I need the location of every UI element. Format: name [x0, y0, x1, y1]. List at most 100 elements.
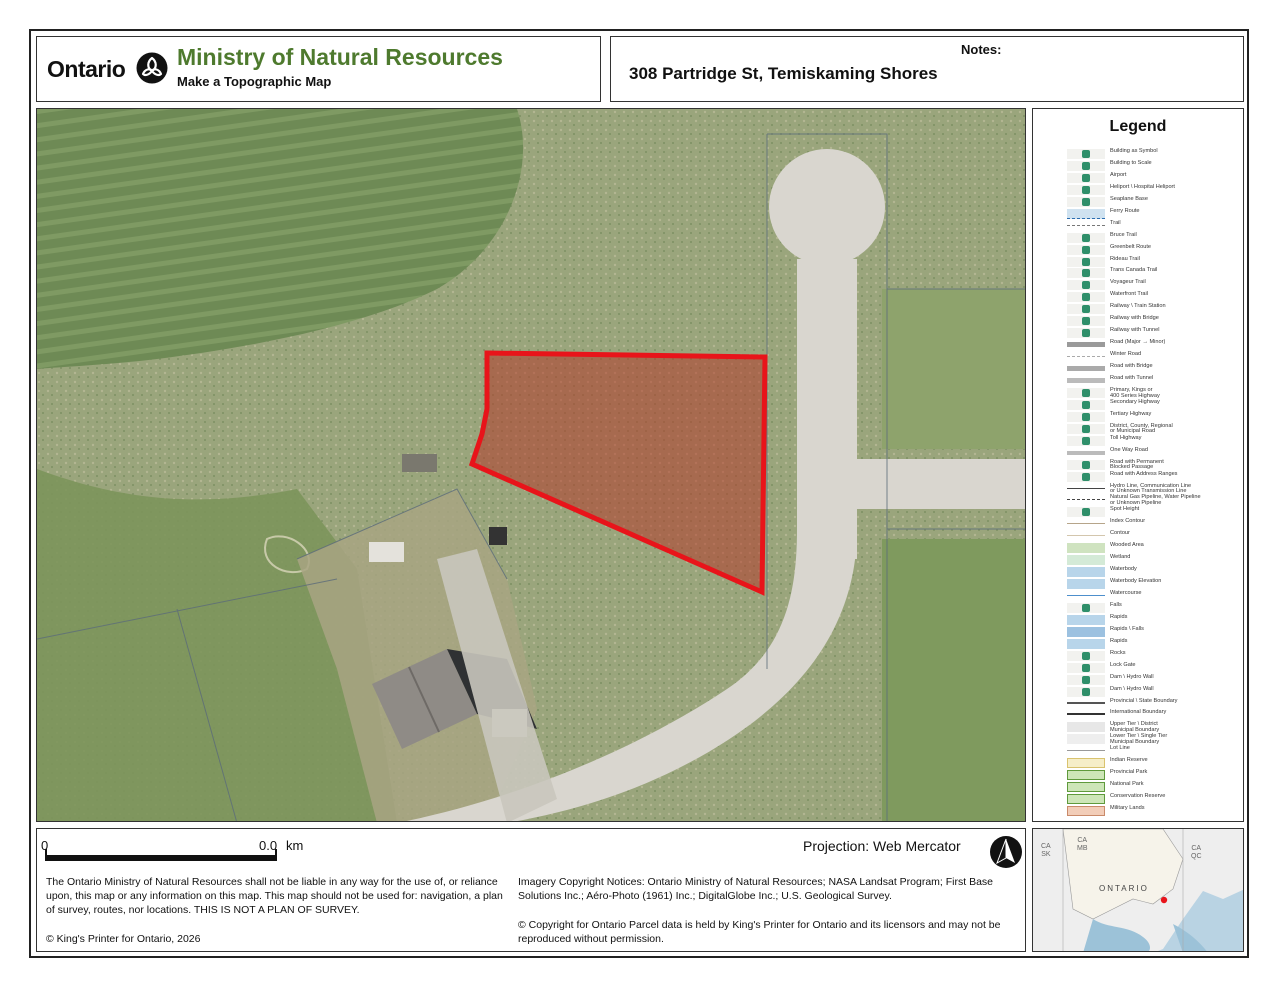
legend-item-label: Bruce Trail [1110, 231, 1137, 238]
legend-item: Military Lands [1067, 805, 1239, 817]
legend-item-label: Winter Road [1110, 351, 1142, 358]
aerial-map[interactable] [36, 108, 1026, 822]
legend-item-label: Railway with Bridge [1110, 315, 1159, 322]
international-boundary-icon [1067, 710, 1105, 716]
legend-item: Building as Symbol [1067, 148, 1239, 160]
legend-item: Railway with Tunnel [1067, 328, 1239, 339]
heliport-icon [1067, 184, 1105, 195]
legend-item-label: Road with Bridge [1110, 363, 1153, 370]
scale-unit: km [286, 838, 304, 853]
indian-reserve-icon [1067, 758, 1105, 769]
road-bridge-icon [1067, 366, 1105, 372]
copyright-text: © King's Printer for Ontario, 2026 [46, 933, 201, 945]
airport-icon [1067, 172, 1105, 183]
legend-item: Seaplane Base [1067, 196, 1239, 208]
legend-item-label: Natural Gas Pipeline, Water Pipeline or … [1110, 494, 1201, 507]
legend-item: Contour [1067, 531, 1239, 542]
legend-item: Dam \ Hydro Wall [1067, 674, 1239, 686]
legend-item: Road (Major → Minor) [1067, 340, 1239, 351]
waterbody-elevation-icon [1067, 579, 1105, 590]
legend-item-label: Secondary Highway [1110, 398, 1160, 405]
inset-label-ontario: ONTARIO [1099, 884, 1149, 893]
bruce-trail-icon [1067, 232, 1105, 243]
legend-item-label: Lock Gate [1110, 661, 1136, 668]
legend-item-label: International Boundary [1110, 709, 1167, 716]
voyageur-trail-icon [1067, 280, 1105, 291]
legend-item-label: Rideau Trail [1110, 255, 1140, 262]
north-arrow-icon [990, 836, 1022, 868]
legend-item-label: Road with Tunnel [1110, 374, 1154, 381]
building-scale-icon [1067, 160, 1105, 171]
parcel-notice: © Copyright for Ontario Parcel data is h… [518, 919, 1001, 945]
road-icon [1067, 342, 1105, 348]
legend-item-label: Building as Symbol [1110, 148, 1158, 154]
legend-item: Building to Scale [1067, 159, 1239, 172]
legend-item: Greenbelt Route [1067, 243, 1239, 256]
greenbelt-route-icon [1067, 244, 1105, 255]
legend-item: National Park [1067, 782, 1239, 793]
legend-item-label: Conservation Reserve [1110, 793, 1166, 800]
legend-item: Road with Bridge [1067, 363, 1239, 375]
legend-item-label: Contour [1110, 530, 1130, 537]
rideau-trail-icon [1067, 256, 1105, 267]
building-symbol-icon [1067, 149, 1105, 159]
seaplane-icon [1067, 196, 1105, 207]
legend-item-label: Building to Scale [1110, 159, 1152, 166]
disclaimer-text: The Ontario Ministry of Natural Resource… [46, 876, 503, 916]
wooded-area-icon [1067, 543, 1105, 554]
legend-item: Road with Tunnel [1067, 374, 1239, 387]
falls-icon [1067, 602, 1105, 613]
legend-item-label: Provincial Park [1110, 769, 1148, 776]
legend-item: Watercourse [1067, 590, 1239, 602]
legend-item-label: Watercourse [1110, 590, 1142, 597]
legend-item-label: Waterbody Elevation [1110, 578, 1162, 585]
legend-title: Legend [1109, 118, 1167, 135]
blocked-road-icon [1067, 459, 1105, 470]
municipal-road-icon [1067, 423, 1105, 434]
legend-item-label: Rapids [1110, 637, 1128, 644]
projection-label: Projection: Web Mercator [803, 838, 961, 854]
legend-item-label: Upper Tier \ District Municipal Boundary [1110, 721, 1160, 734]
legend-item-label: Toll Highway [1110, 434, 1142, 441]
legend-item: Dam \ Hydro Wall [1067, 686, 1239, 698]
legend-item-label: Index Contour [1110, 518, 1146, 525]
conservation-reserve-icon [1067, 794, 1105, 805]
legend-item: Falls [1067, 601, 1239, 614]
legend-item: Trail [1067, 219, 1239, 232]
legend-item: Rapids [1067, 637, 1239, 650]
rapids-falls-icon [1067, 626, 1105, 637]
legend-item-label: Airport [1110, 171, 1127, 178]
legend-item: Lower Tier \ Single Tier Municipal Bound… [1067, 734, 1239, 745]
railway-station-icon [1067, 304, 1105, 315]
legend-item-label: Greenbelt Route [1110, 243, 1152, 250]
legend-item: Bruce Trail [1067, 231, 1239, 244]
legend-item-label: Indian Reserve [1110, 757, 1148, 764]
legend-item-label: Rapids [1110, 613, 1128, 620]
legend-item: Wooded Area [1067, 543, 1239, 554]
toll-highway-icon [1067, 435, 1105, 446]
legend-item-label: Wetland [1110, 554, 1131, 561]
lot-line-icon [1067, 746, 1105, 752]
watercourse-icon [1067, 591, 1105, 597]
inset-label-qc: CA QC [1191, 845, 1202, 860]
legend-item-label: District, County, Regional or Municipal … [1110, 422, 1173, 435]
legend-item: Road with Permanent Blocked Passage [1067, 459, 1239, 471]
legend-item: Upper Tier \ District Municipal Boundary [1067, 722, 1239, 733]
legend-item: International Boundary [1067, 710, 1239, 721]
legend-item: Heliport \ Hospital Heliport [1067, 183, 1239, 196]
address-range-icon [1067, 471, 1105, 482]
legend-item-label: Military Lands [1110, 805, 1145, 812]
legend-item: Lock Gate [1067, 661, 1239, 674]
legend-item-label: Waterfront Trail [1110, 291, 1149, 298]
map-subtitle: Make a Topographic Map [177, 74, 332, 89]
legend-item-label: Railway \ Train Station [1110, 303, 1166, 310]
legend-item-label: Hydro Line, Communication Line or Unknow… [1110, 482, 1192, 495]
legend-item: Waterbody [1067, 567, 1239, 578]
legend-item: Road with Address Ranges [1067, 471, 1239, 483]
upper-tier-boundary-icon [1067, 722, 1105, 733]
legend-item-label: Trail [1110, 219, 1121, 226]
legend-item-label: Heliport \ Hospital Heliport [1110, 183, 1175, 190]
legend-item-label: Falls [1110, 601, 1122, 608]
legend-item: Railway \ Train Station [1067, 304, 1239, 315]
legend-item: Index Contour [1067, 519, 1239, 530]
